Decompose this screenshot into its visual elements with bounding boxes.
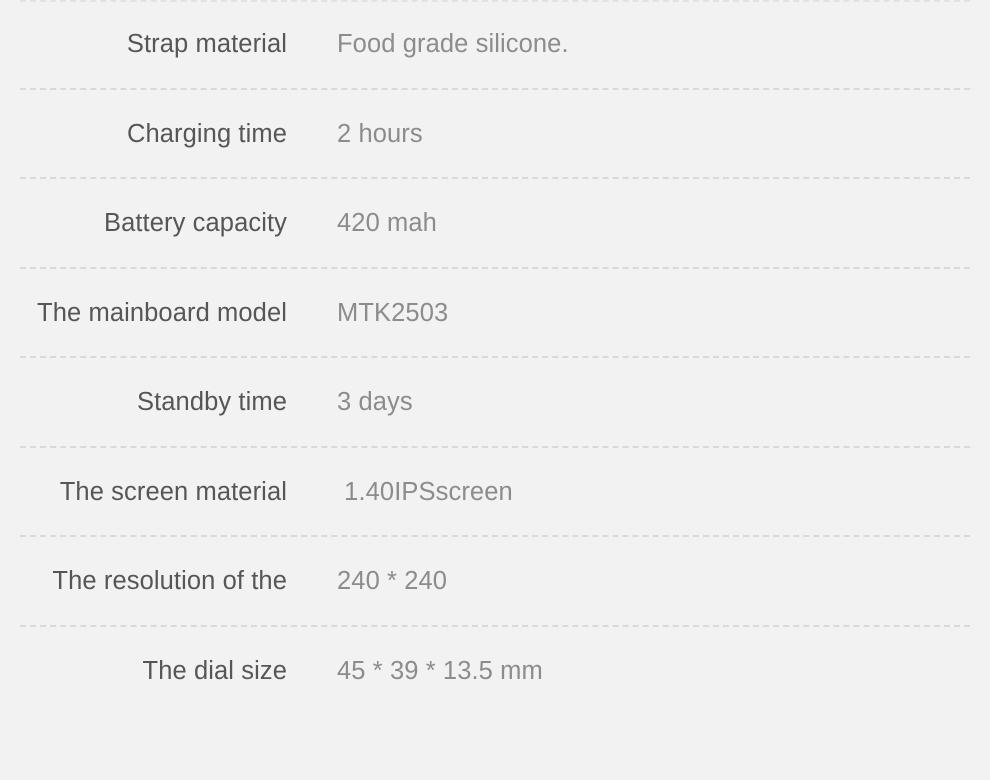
spec-value: 240 * 240 [337,567,448,596]
spec-value: Food grade silicone. [337,30,569,59]
table-row: The mainboard model MTK2503 [0,269,990,359]
spec-label: The mainboard model [37,298,287,327]
table-row: The resolution of the 240 * 240 [0,537,990,627]
table-row: Charging time 2 hours [0,90,990,180]
table-row: Battery capacity 420 mah [0,179,990,269]
table-row: Strap material Food grade silicone. [0,0,990,90]
table-row: Standby time 3 days [0,358,990,448]
spec-value: 3 days [337,388,413,417]
spec-label: Strap material [126,30,287,59]
table-row: The dial size 45 * 39 * 13.5 mm [0,627,990,717]
spec-label: The screen material [59,477,287,506]
spec-label: Battery capacity [103,209,287,238]
spec-row-list: Strap material Food grade silicone. Char… [0,0,990,716]
bottom-blank-area [0,711,990,780]
spec-value: MTK2503 [337,298,449,327]
spec-value: 45 * 39 * 13.5 mm [337,656,543,685]
spec-value: 2 hours [337,119,423,148]
spec-label: Charging time [126,119,287,148]
table-row: The screen material 1.40IPSscreen [0,448,990,538]
spec-label: The resolution of the [52,567,287,596]
specification-table: Strap material Food grade silicone. Char… [0,0,990,780]
spec-value: 420 mah [337,209,437,238]
spec-value: 1.40IPSscreen [337,477,513,506]
spec-label: Standby time [136,388,287,417]
spec-label: The dial size [142,656,287,685]
